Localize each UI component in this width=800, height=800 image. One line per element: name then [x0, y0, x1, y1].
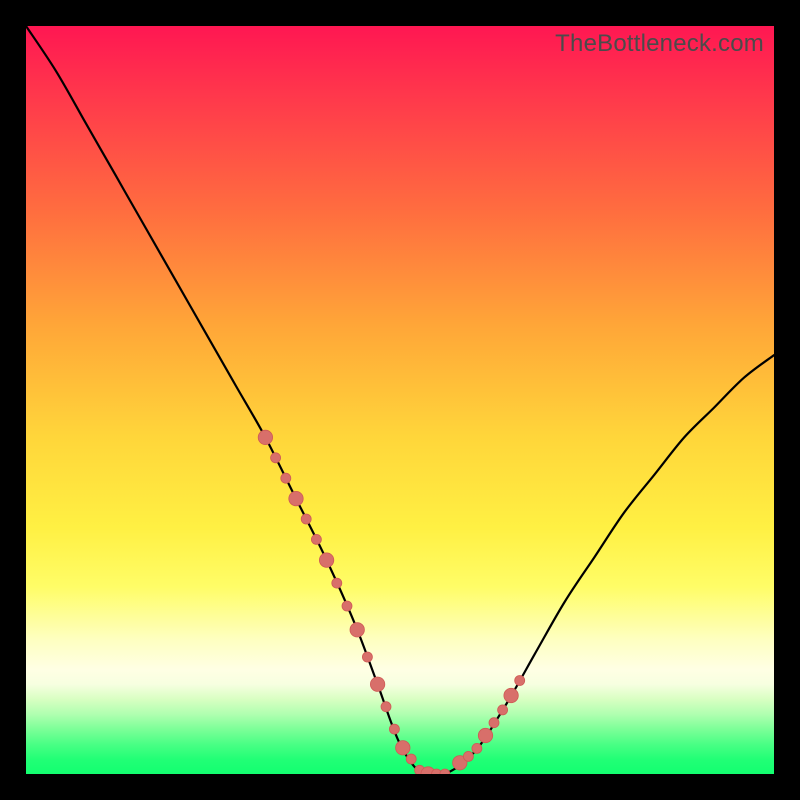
plot-area: TheBottleneck.com [26, 26, 774, 774]
curve-marker [389, 724, 399, 734]
curve-marker [350, 623, 364, 637]
curve-marker [498, 705, 508, 715]
curve-marker [415, 765, 425, 774]
curve-marker [362, 652, 372, 662]
curve-marker [396, 741, 410, 755]
curve-marker [332, 578, 342, 588]
curve-marker [472, 743, 482, 753]
curve-marker [271, 453, 281, 463]
curve-marker [453, 756, 467, 770]
curve-marker [301, 514, 311, 524]
curve-marker [504, 688, 518, 702]
chart-frame: TheBottleneck.com [0, 0, 800, 800]
curve-marker [258, 430, 272, 444]
curve-markers [258, 430, 525, 774]
curve-marker [489, 718, 499, 728]
bottleneck-curve-path [26, 26, 774, 774]
curve-marker [311, 534, 321, 544]
curve-marker [478, 728, 492, 742]
curve-marker [289, 491, 303, 505]
curve-marker [319, 553, 333, 567]
curve-marker [381, 702, 391, 712]
curve-marker [281, 473, 291, 483]
curve-marker [342, 601, 352, 611]
curve-marker [370, 677, 384, 691]
watermark-text: TheBottleneck.com [555, 30, 764, 58]
curve-marker [406, 754, 416, 764]
curve-marker [432, 769, 442, 774]
curve-svg [26, 26, 774, 774]
curve-marker [463, 751, 473, 761]
curve-marker [440, 769, 450, 774]
curve-marker [373, 679, 383, 689]
curve-marker [515, 676, 525, 686]
curve-marker [421, 767, 435, 774]
